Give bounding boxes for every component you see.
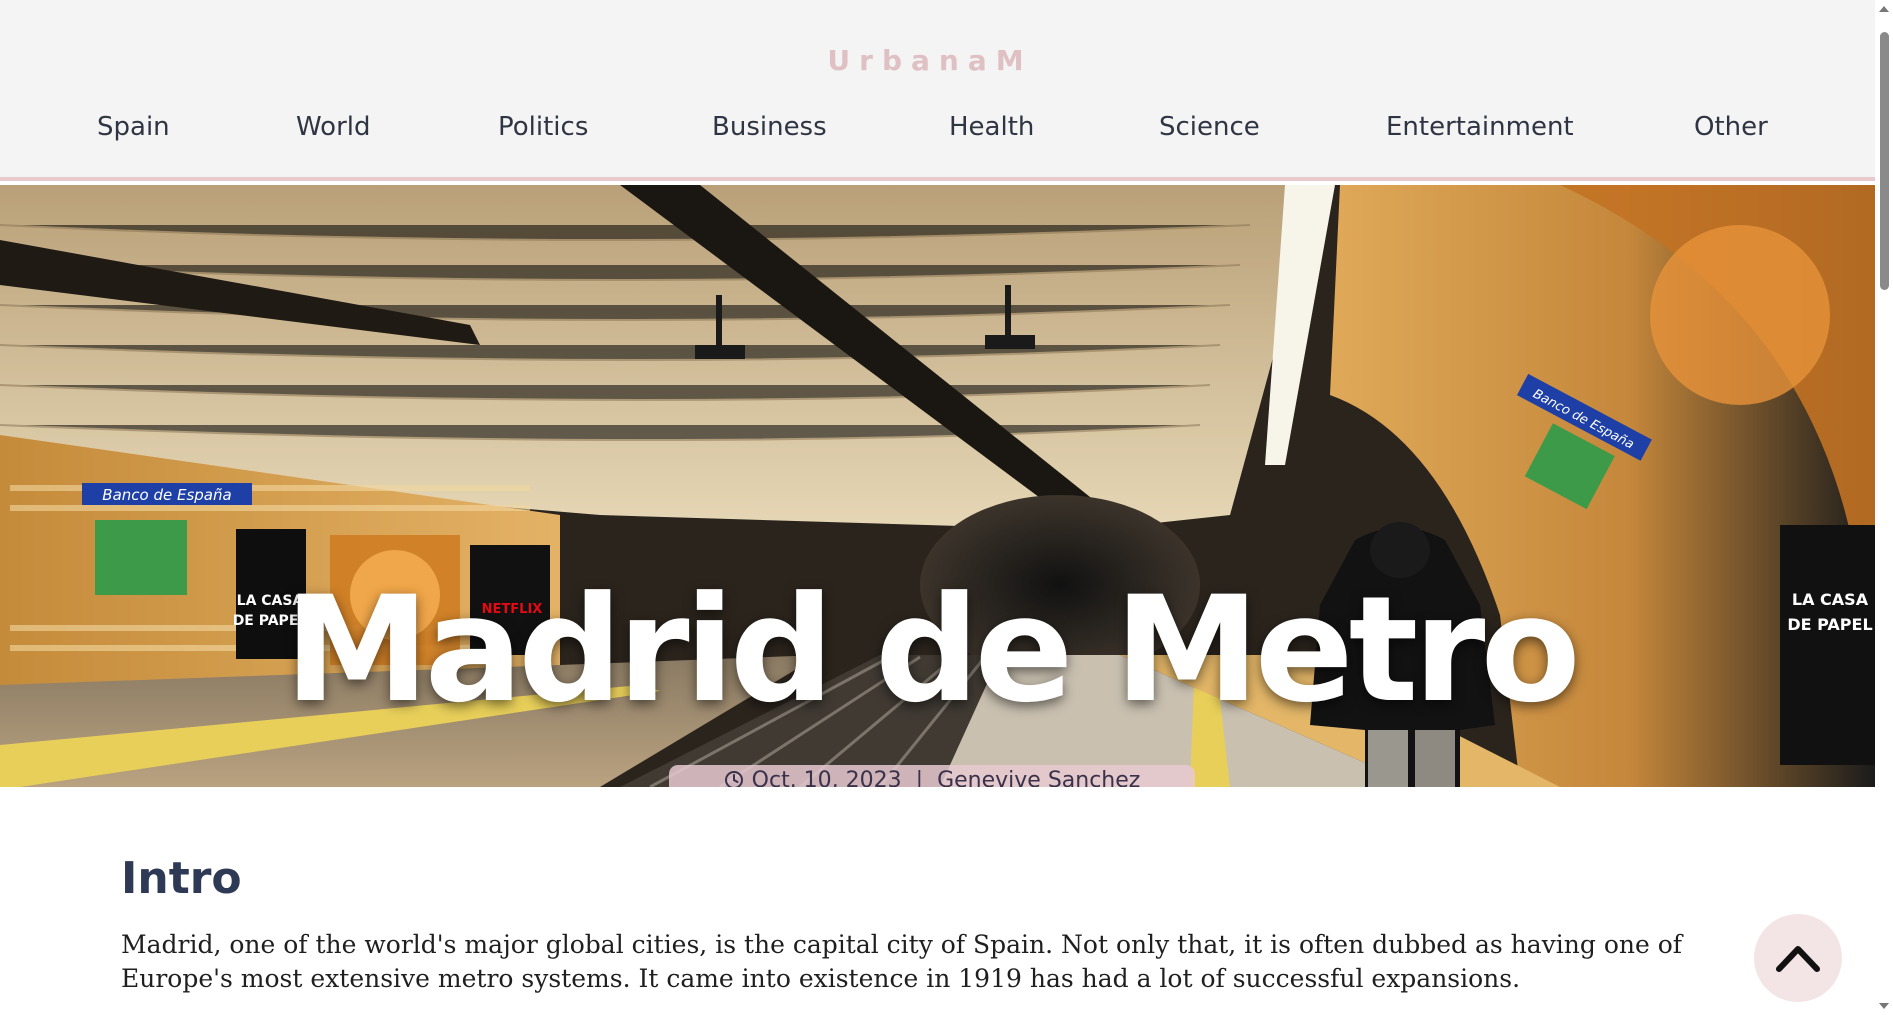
hero-banner: Banco de España LA CASA DE PAPEL NETFLIX… [0, 185, 1875, 787]
scroll-up-arrow[interactable] [1879, 6, 1889, 12]
back-to-top-button[interactable] [1754, 914, 1842, 1002]
article-date: Oct. 10, 2023 [751, 767, 902, 788]
nav-item-other[interactable]: Other [1694, 112, 1768, 142]
section-text: Madrid, one of the world's major global … [121, 930, 1683, 993]
section-title: Intro [121, 853, 242, 904]
nav-item-health[interactable]: Health [949, 112, 1034, 142]
chevron-up-icon [1776, 946, 1820, 972]
article-meta: Oct. 10, 2023 | Genevive Sanchez [669, 765, 1195, 787]
nav-item-business[interactable]: Business [712, 112, 827, 142]
meta-separator: | [915, 767, 924, 788]
article-author[interactable]: Genevive Sanchez [937, 768, 1140, 788]
nav-item-entertainment[interactable]: Entertainment [1386, 112, 1574, 142]
scroll-thumb[interactable] [1880, 32, 1889, 290]
nav-item-politics[interactable]: Politics [498, 112, 588, 142]
site-logo[interactable]: UrbanaM [0, 44, 1860, 77]
station-sign-left: Banco de España [102, 486, 231, 504]
scroll-down-arrow[interactable] [1879, 1003, 1889, 1009]
clock-icon [724, 771, 743, 787]
main-nav: Spain World Politics Business Health Sci… [0, 112, 1875, 162]
nav-item-world[interactable]: World [296, 112, 371, 142]
page-scrollbar[interactable] [1875, 0, 1893, 1015]
nav-item-science[interactable]: Science [1159, 112, 1260, 142]
article-title: Madrid de Metro [284, 565, 1580, 735]
nav-item-spain[interactable]: Spain [97, 112, 170, 142]
article-body: Intro Madrid, one of the world's major g… [121, 853, 1761, 996]
site-header: UrbanaM Spain World Politics Business He… [0, 0, 1875, 181]
